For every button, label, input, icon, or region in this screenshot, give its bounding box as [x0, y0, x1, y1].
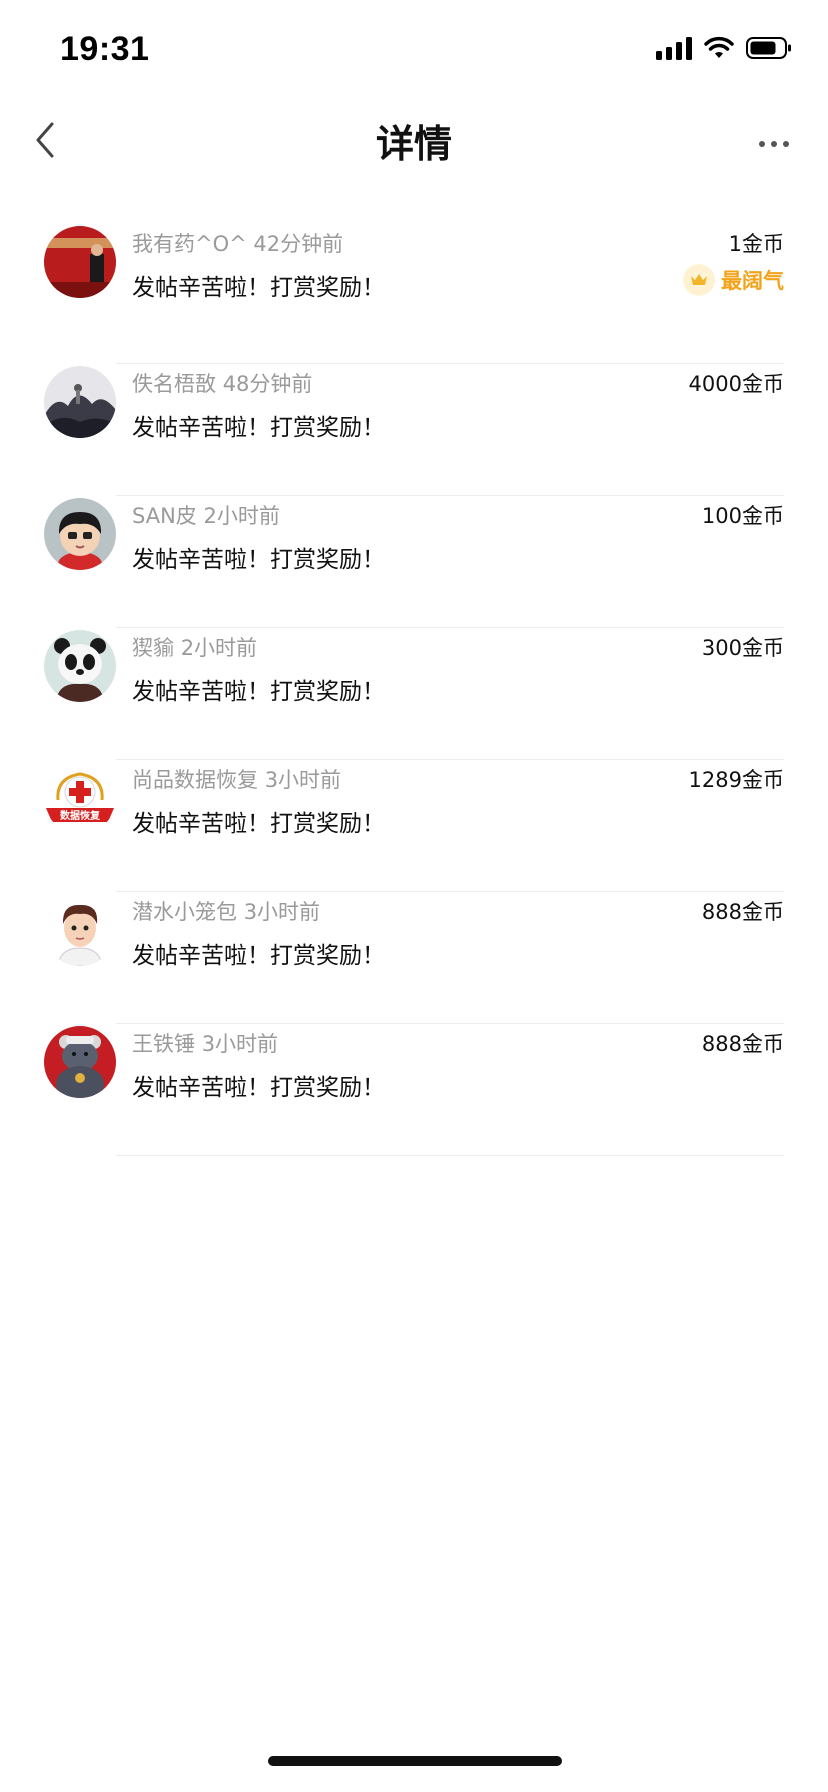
reward-meta: 潜水小笼包 3小时前: [132, 896, 320, 926]
top-badge: 最阔气: [683, 264, 784, 296]
page-title: 详情: [375, 122, 452, 166]
home-indicator[interactable]: [268, 1756, 562, 1766]
reward-amount: 1289金币: [688, 768, 784, 792]
reward-amount: 1金币: [728, 232, 784, 256]
cartoon-boy-avatar[interactable]: [44, 498, 116, 570]
reward-meta: 猰貐 2小时前: [132, 632, 257, 662]
user-name[interactable]: 猰貐: [132, 636, 174, 660]
status-time: 19:31: [60, 30, 150, 68]
reward-row[interactable]: 王铁锤 3小时前 发帖辛苦啦！打赏奖励！ 888金币: [0, 1024, 828, 1156]
user-name[interactable]: 王铁锤: [132, 1032, 195, 1056]
reward-row[interactable]: 潜水小笼包 3小时前 发帖辛苦啦！打赏奖励！ 888金币: [0, 892, 828, 1024]
status-bar: 19:31: [0, 0, 828, 100]
bear-avatar[interactable]: [44, 1026, 116, 1098]
red-photo-avatar[interactable]: [44, 226, 116, 298]
user-name[interactable]: 佚名梧敔: [132, 372, 216, 396]
data-recovery-logo-avatar[interactable]: 数据恢复: [44, 762, 116, 834]
cartoon-man-avatar[interactable]: [44, 894, 116, 966]
reward-amount: 100金币: [701, 504, 784, 528]
nav-bar: 详情: [0, 100, 828, 188]
reward-time: 2小时前: [180, 636, 258, 660]
reward-message: 发帖辛苦啦！打赏奖励！: [132, 415, 385, 441]
reward-amount: 888金币: [701, 1032, 784, 1056]
crown-icon: [683, 264, 715, 296]
user-name[interactable]: 我有药^O^: [132, 232, 247, 256]
reward-row[interactable]: 我有药^O^ 42分钟前 发帖辛苦啦！打赏奖励！ 1金币 最阔气: [0, 224, 828, 364]
reward-row[interactable]: SAN皮 2小时前 发帖辛苦啦！打赏奖励！ 100金币: [0, 496, 828, 628]
reward-list: 我有药^O^ 42分钟前 发帖辛苦啦！打赏奖励！ 1金币 最阔气 佚名梧敔 48…: [0, 224, 828, 1156]
avatar-logo-text: 数据恢复: [60, 809, 101, 822]
reward-meta: SAN皮 2小时前: [132, 500, 280, 530]
reward-time: 3小时前: [201, 1032, 279, 1056]
reward-amount: 888金币: [701, 900, 784, 924]
reward-amount: 300金币: [701, 636, 784, 660]
reward-row[interactable]: 佚名梧敔 48分钟前 发帖辛苦啦！打赏奖励！ 4000金币: [0, 364, 828, 496]
status-icons: [656, 36, 792, 60]
reward-message: 发帖辛苦啦！打赏奖励！: [132, 679, 385, 705]
user-name[interactable]: 潜水小笼包: [132, 900, 237, 924]
reward-message: 发帖辛苦啦！打赏奖励！: [132, 547, 385, 573]
more-dot-icon: [783, 141, 789, 147]
reward-row[interactable]: 数据恢复 尚品数据恢复 3小时前 发帖辛苦啦！打赏奖励！ 1289金币: [0, 760, 828, 892]
user-name[interactable]: SAN皮: [132, 504, 197, 528]
reward-message: 发帖辛苦啦！打赏奖励！: [132, 943, 385, 969]
battery-icon: [746, 36, 792, 60]
ink-landscape-avatar[interactable]: [44, 366, 116, 438]
reward-meta: 佚名梧敔 48分钟前: [132, 368, 312, 398]
reward-meta: 尚品数据恢复 3小时前: [132, 764, 341, 794]
reward-time: 48分钟前: [222, 372, 313, 396]
reward-message: 发帖辛苦啦！打赏奖励！: [132, 275, 385, 301]
user-name[interactable]: 尚品数据恢复: [132, 768, 258, 792]
more-dot-icon: [771, 141, 777, 147]
more-button[interactable]: [746, 116, 802, 172]
reward-time: 3小时前: [243, 900, 321, 924]
divider: [116, 1155, 784, 1156]
reward-amount: 4000金币: [688, 372, 784, 396]
wifi-icon: [704, 36, 734, 60]
reward-time: 3小时前: [264, 768, 342, 792]
signal-icon: [656, 36, 692, 60]
reward-message: 发帖辛苦啦！打赏奖励！: [132, 1075, 385, 1101]
badge-label: 最阔气: [721, 269, 784, 293]
reward-meta: 我有药^O^ 42分钟前: [132, 228, 343, 258]
more-dot-icon: [759, 141, 765, 147]
reward-meta: 王铁锤 3小时前: [132, 1028, 278, 1058]
reward-message: 发帖辛苦啦！打赏奖励！: [132, 811, 385, 837]
reward-row[interactable]: 猰貐 2小时前 发帖辛苦啦！打赏奖励！ 300金币: [0, 628, 828, 760]
panda-avatar[interactable]: [44, 630, 116, 702]
reward-time: 42分钟前: [253, 232, 344, 256]
reward-time: 2小时前: [203, 504, 280, 528]
